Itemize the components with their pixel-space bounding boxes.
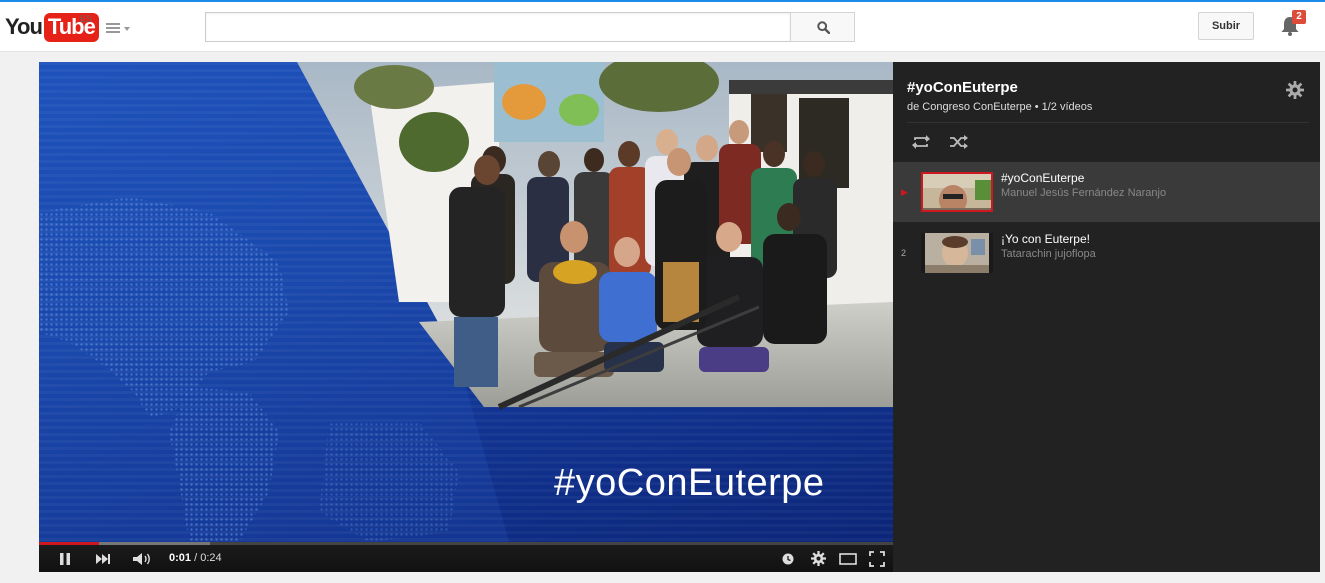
playlist-panel: #yoConEuterpe de Congreso ConEuterpe • 1/2… [893,62,1320,572]
volume-icon [133,552,150,565]
search-input[interactable] [205,12,790,42]
pause-icon [60,552,70,565]
upload-button[interactable]: Subir [1198,12,1254,40]
guide-menu-button[interactable] [106,21,132,37]
video-player[interactable]: #yoConEuterpe 0:01 / 0:24 [39,62,893,572]
masthead: You Tube ES Subir 2 [0,2,1325,52]
watch-later-icon [782,553,794,564]
playlist-divider [907,122,1309,123]
video-overlay-hashtag: #yoConEuterpe [554,462,825,504]
country-code: ES [80,14,93,24]
loop-icon [912,135,930,149]
search-form [205,12,855,42]
guide-menu-icon [106,23,120,35]
theater-mode-icon [839,552,857,565]
next-icon [96,553,110,564]
playlist-item-index: 2 [901,248,907,258]
shuffle-icon [950,135,968,149]
playlist-item-author: Tatarachin jujoflopa [1001,248,1096,260]
playlist-owner[interactable]: de Congreso ConEuterpe [907,101,1032,113]
theater-mode-button[interactable] [836,545,860,572]
fullscreen-icon [869,550,885,567]
watch-later-button[interactable] [777,545,799,572]
fullscreen-button[interactable] [865,545,889,572]
video-thumbnail [921,233,993,273]
notification-count-badge: 2 [1292,10,1306,24]
time-separator: / [191,552,201,564]
search-button[interactable] [790,12,855,42]
playlist-settings-icon [1286,81,1304,99]
search-icon [817,21,830,34]
playlist-item-title: ¡Yo con Euterpe! [1001,232,1090,246]
loop-button[interactable] [911,134,933,152]
time-display: 0:01 / 0:24 [169,545,222,572]
playlist-separator: • [1034,101,1039,113]
playlist-position: 1/2 vídeos [1041,101,1093,113]
playlist-settings-button[interactable] [1286,81,1304,99]
playlist-item-author: Manuel Jesús Fernández Naranjo [1001,187,1167,199]
playlist-title[interactable]: #yoConEuterpe [907,79,1018,96]
now-playing-icon: ▶ [901,187,908,197]
volume-button[interactable] [129,545,155,572]
playlist-subtitle: de Congreso ConEuterpe • 1/2 vídeos [907,101,1092,113]
next-button[interactable] [91,545,115,572]
logo-text-you: You [5,14,43,39]
video-frame[interactable]: #yoConEuterpe [39,62,893,542]
playlist-item[interactable]: ▶ #yoConEuterpe Manuel Jesús Fernández N… [893,162,1320,222]
duration: 0:24 [200,552,222,564]
settings-button[interactable] [807,545,829,572]
playlist-item[interactable]: 2 ¡Yo con Euterpe! Tatarachin jujoflopa [893,223,1320,283]
shuffle-button[interactable] [949,134,971,152]
player-controls: 0:01 / 0:24 [39,545,893,572]
caret-down-icon [124,27,130,31]
current-time: 0:01 [169,552,192,564]
pause-button[interactable] [53,545,77,572]
playlist-item-title: #yoConEuterpe [1001,171,1085,185]
settings-icon [810,551,826,566]
video-thumbnail [921,172,993,212]
